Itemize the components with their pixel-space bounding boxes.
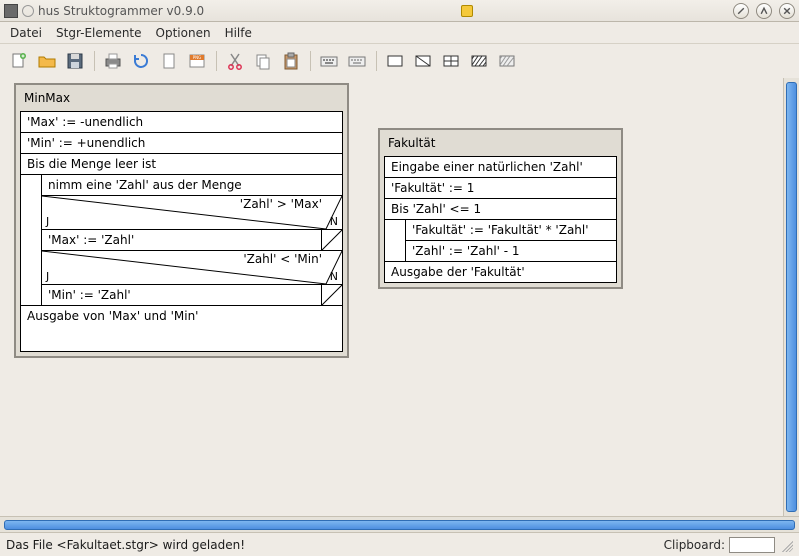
window-title: hus Struktogrammer v0.9.0 (38, 4, 204, 18)
statement-row[interactable]: Ausgabe von 'Max' und 'Min' (21, 305, 342, 351)
menu-optionen[interactable]: Optionen (150, 24, 217, 42)
statement-row[interactable]: 'Fakultät' := 1 (385, 178, 616, 199)
block-grid-button[interactable] (438, 48, 464, 74)
statement-row[interactable]: nimm eine 'Zahl' aus der Menge (42, 175, 342, 196)
condition-block[interactable]: J 'Zahl' < 'Min' N (42, 251, 342, 285)
menu-bar: Datei Stgr-Elemente Optionen Hilfe (0, 22, 799, 44)
condition-block[interactable]: J 'Zahl' > 'Max' N (42, 196, 342, 230)
block-diag-button[interactable] (410, 48, 436, 74)
minimize-button[interactable] (733, 3, 749, 19)
reload-button[interactable] (128, 48, 154, 74)
title-decoration-icon (22, 5, 34, 17)
paste-button[interactable] (278, 48, 304, 74)
toolbar: PNG (0, 44, 799, 78)
horizontal-scrollbar[interactable] (0, 516, 799, 532)
print-button[interactable] (100, 48, 126, 74)
status-message: Das File <Fakultaet.stgr> wird geladen! (6, 538, 664, 552)
clipboard-preview (729, 537, 775, 553)
empty-branch-icon (322, 285, 342, 305)
diagram-title: MinMax (20, 89, 343, 111)
statement-row[interactable]: 'Min' := 'Zahl' (42, 285, 322, 305)
branch-j-label: J (46, 215, 49, 228)
statement-row[interactable]: Ausgabe der 'Fakultät' (385, 261, 616, 282)
canvas-area: MinMax 'Max' := -unendlich 'Min' := +une… (0, 78, 799, 516)
title-bar: hus Struktogrammer v0.9.0 (0, 0, 799, 22)
statement-row[interactable]: 'Max' := 'Zahl' (42, 230, 322, 250)
loop-body: 'Fakultät' := 'Fakultät' * 'Zahl' 'Zahl'… (405, 220, 616, 261)
diagram-canvas[interactable]: MinMax 'Max' := -unendlich 'Min' := +une… (0, 78, 783, 516)
horizontal-scrollbar-thumb[interactable] (4, 520, 795, 530)
vertical-scrollbar-thumb[interactable] (786, 82, 797, 512)
clipboard-label: Clipboard: (664, 538, 725, 552)
loop-header[interactable]: Bis 'Zahl' <= 1 (385, 199, 616, 220)
condition-text: 'Zahl' > 'Max' (240, 197, 322, 211)
menu-datei[interactable]: Datei (4, 24, 48, 42)
statement-row[interactable]: 'Zahl' := 'Zahl' - 1 (406, 241, 616, 261)
save-file-button[interactable] (62, 48, 88, 74)
diagram-body: 'Max' := -unendlich 'Min' := +unendlich … (20, 111, 343, 352)
svg-text:PNG: PNG (193, 55, 202, 60)
resize-grip-icon[interactable] (779, 538, 793, 552)
loop-body: nimm eine 'Zahl' aus der Menge J 'Zahl' … (41, 175, 342, 305)
status-bar: Das File <Fakultaet.stgr> wird geladen! … (0, 532, 799, 556)
block-simple-button[interactable] (382, 48, 408, 74)
maximize-button[interactable] (756, 3, 772, 19)
condition-text: 'Zahl' < 'Min' (243, 252, 322, 266)
statement-row[interactable]: 'Fakultät' := 'Fakultät' * 'Zahl' (406, 220, 616, 241)
vertical-scrollbar[interactable] (783, 78, 799, 516)
copy-button[interactable] (250, 48, 276, 74)
menu-hilfe[interactable]: Hilfe (219, 24, 258, 42)
open-file-button[interactable] (34, 48, 60, 74)
branch-n-label: N (330, 270, 338, 283)
menu-stgr-elemente[interactable]: Stgr-Elemente (50, 24, 148, 42)
cut-button[interactable] (222, 48, 248, 74)
diagram-fakultaet[interactable]: Fakultät Eingabe einer natürlichen 'Zahl… (378, 128, 623, 289)
new-file-button[interactable] (6, 48, 32, 74)
branch-j-label: J (46, 270, 49, 283)
keyboard-button[interactable] (316, 48, 342, 74)
branch-row: 'Max' := 'Zahl' (42, 230, 342, 251)
close-button[interactable] (779, 3, 795, 19)
page-button[interactable] (156, 48, 182, 74)
keyboard-alt-button[interactable] (344, 48, 370, 74)
export-png-button[interactable]: PNG (184, 48, 210, 74)
block-hatch2-button[interactable] (494, 48, 520, 74)
branch-row: 'Min' := 'Zahl' (42, 285, 342, 305)
diagram-title: Fakultät (384, 134, 617, 156)
window-flag-icon (461, 5, 473, 17)
empty-branch-icon (322, 230, 342, 250)
statement-row[interactable]: 'Min' := +unendlich (21, 133, 342, 154)
app-icon (4, 4, 18, 18)
diagram-body: Eingabe einer natürlichen 'Zahl' 'Fakult… (384, 156, 617, 283)
block-hatch-button[interactable] (466, 48, 492, 74)
loop-header[interactable]: Bis die Menge leer ist (21, 154, 342, 175)
statement-row[interactable]: 'Max' := -unendlich (21, 112, 342, 133)
diagram-minmax[interactable]: MinMax 'Max' := -unendlich 'Min' := +une… (14, 83, 349, 358)
branch-n-label: N (330, 215, 338, 228)
statement-row[interactable]: Eingabe einer natürlichen 'Zahl' (385, 157, 616, 178)
